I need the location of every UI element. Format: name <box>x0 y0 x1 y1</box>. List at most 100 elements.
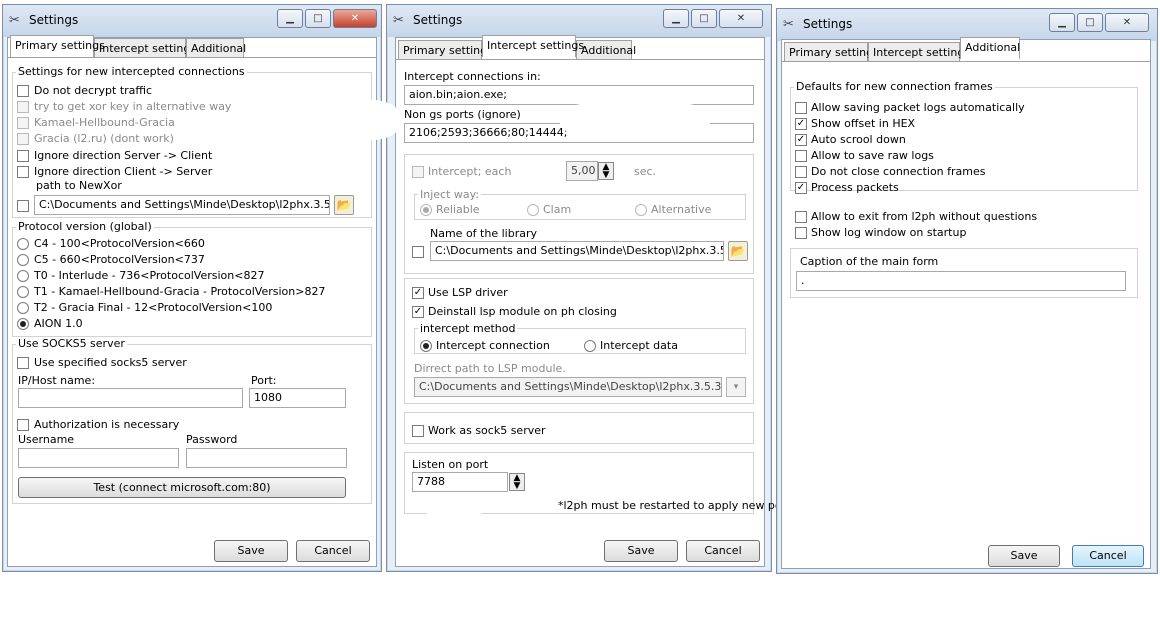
cancel-button[interactable]: Cancel <box>1072 545 1144 567</box>
gracia-checkbox[interactable] <box>17 133 29 145</box>
library-checkbox[interactable] <box>412 246 424 258</box>
tab-underline <box>782 61 1150 62</box>
inject-radio-alternative[interactable] <box>635 204 647 216</box>
do-not-decrypt-checkbox[interactable] <box>17 85 29 97</box>
show-log-window-checkbox[interactable] <box>795 227 807 239</box>
close-button[interactable]: ✕ <box>333 9 377 28</box>
not-close-frames-checkbox[interactable] <box>795 166 807 178</box>
ip-input[interactable] <box>18 388 243 408</box>
username-label: Username <box>18 433 75 446</box>
show-offset-checkbox[interactable]: ✓ <box>795 118 807 130</box>
tab-intercept-settings[interactable]: Intercept settings <box>482 35 584 57</box>
scribble-mark <box>424 500 484 562</box>
inject-radio-reliable[interactable] <box>420 204 432 216</box>
try-xor-checkbox[interactable] <box>17 101 29 113</box>
save-button[interactable]: Save <box>214 540 288 562</box>
deinstall-lsp-checkbox[interactable]: ✓ <box>412 306 424 318</box>
settings-window-intercept: ✂ Settings ▁ □ ✕ Primary settings Interc… <box>386 4 790 572</box>
allow-saving-logs-label: Allow saving packet logs automatically <box>811 101 1025 114</box>
allow-saving-logs-checkbox[interactable] <box>795 102 807 114</box>
process-packets-label: Process packets <box>811 181 899 194</box>
scribble-mark <box>330 100 400 140</box>
ignore-s2c-checkbox[interactable] <box>17 150 29 162</box>
minimize-button[interactable]: ▁ <box>663 9 689 28</box>
protocol-radio-t1[interactable] <box>17 286 29 298</box>
tab-intercept-settings[interactable]: Intercept settings <box>868 42 970 62</box>
work-sock5-checkbox[interactable] <box>412 425 424 437</box>
tab-underline <box>396 59 764 60</box>
tab-additional[interactable]: Additional <box>960 37 1020 59</box>
tools-icon: ✂ <box>393 13 404 28</box>
kamael-checkbox[interactable] <box>17 117 29 129</box>
intercept-each-checkbox[interactable] <box>412 166 424 178</box>
folder-icon[interactable]: 📂 <box>728 241 748 261</box>
intercept-method-group-title: intercept method <box>418 322 518 335</box>
work-sock5-label: Work as sock5 server <box>428 424 546 437</box>
restart-note: *l2ph must be restarted to apply new por… <box>558 499 791 512</box>
tools-icon: ✂ <box>9 13 20 28</box>
intercept-in-input[interactable]: aion.bin;aion.exe; <box>404 85 754 105</box>
cancel-button[interactable]: Cancel <box>686 540 760 562</box>
username-input[interactable] <box>18 448 179 468</box>
caption-input[interactable]: . <box>796 271 1126 291</box>
use-socks-checkbox[interactable] <box>17 357 29 369</box>
interval-spin-button[interactable]: ▲ ▼ <box>598 162 614 180</box>
save-button[interactable]: Save <box>988 545 1060 567</box>
intercept-data-radio[interactable] <box>584 340 596 352</box>
library-path-field[interactable]: C:\Documents and Settings\Minde\Desktop\… <box>430 241 724 261</box>
process-packets-checkbox[interactable]: ✓ <box>795 182 807 194</box>
save-raw-logs-label: Allow to save raw logs <box>811 149 934 162</box>
direct-path-field[interactable]: C:\Documents and Settings\Minde\Desktop\… <box>414 377 722 397</box>
tab-intercept-settings[interactable]: Intercept settings <box>94 38 196 58</box>
close-button[interactable]: ✕ <box>1105 13 1149 32</box>
maximize-button[interactable]: □ <box>305 9 331 28</box>
folder-icon[interactable]: 📂 <box>334 195 354 215</box>
intercept-connection-radio[interactable] <box>420 340 432 352</box>
save-raw-logs-checkbox[interactable] <box>795 150 807 162</box>
port-label: Port: <box>251 374 277 387</box>
listen-port-input[interactable]: 7788 <box>412 472 508 492</box>
show-offset-label: Show offset in HEX <box>811 117 916 130</box>
auth-checkbox[interactable] <box>17 419 29 431</box>
minimize-button[interactable]: ▁ <box>277 9 303 28</box>
inject-radio-clam[interactable] <box>527 204 539 216</box>
protocol-radio-t2[interactable] <box>17 302 29 314</box>
allow-exit-checkbox[interactable] <box>795 211 807 223</box>
title-bar[interactable]: ✂ Settings ▁ □ ✕ <box>3 5 381 37</box>
tab-additional[interactable]: Additional <box>186 38 246 58</box>
use-lsp-label: Use LSP driver <box>428 286 508 299</box>
protocol-radio-t0[interactable] <box>17 270 29 282</box>
password-label: Password <box>186 433 238 446</box>
tab-primary-settings[interactable]: Primary settings <box>784 42 879 62</box>
protocol-radio-c5[interactable] <box>17 254 29 266</box>
minimize-button[interactable]: ▁ <box>1049 13 1075 32</box>
chevron-down-icon[interactable]: ▾ <box>726 377 746 397</box>
port-input[interactable]: 1080 <box>249 388 346 408</box>
protocol-radio-aion[interactable] <box>17 318 29 330</box>
newxor-path-field[interactable]: C:\Documents and Settings\Minde\Desktop\… <box>34 195 330 215</box>
maximize-button[interactable]: □ <box>1077 13 1103 32</box>
tab-primary-settings[interactable]: Primary settings <box>10 35 105 57</box>
test-connect-button[interactable]: Test (connect microsoft.com:80) <box>18 477 346 498</box>
ignore-c2s-checkbox[interactable] <box>17 166 29 178</box>
use-lsp-checkbox[interactable]: ✓ <box>412 287 424 299</box>
newxor-checkbox[interactable] <box>17 200 29 212</box>
auto-scroll-checkbox[interactable]: ✓ <box>795 134 807 146</box>
password-input[interactable] <box>186 448 347 468</box>
protocol-radio-c4[interactable] <box>17 238 29 250</box>
close-button[interactable]: ✕ <box>719 9 763 28</box>
tab-primary-settings[interactable]: Primary settings <box>398 40 493 60</box>
maximize-button[interactable]: □ <box>691 9 717 28</box>
cancel-button[interactable]: Cancel <box>296 540 370 562</box>
protocol-group-title: Protocol version (global) <box>16 220 154 233</box>
title-bar[interactable]: ✂ Settings ▁ □ ✕ <box>387 5 771 37</box>
listen-port-spin-button[interactable]: ▲ ▼ <box>509 473 525 491</box>
client-area: Primary settings Intercept settings Addi… <box>7 35 377 567</box>
save-button[interactable]: Save <box>604 540 678 562</box>
deinstall-lsp-label: Deinstall lsp module on ph closing <box>428 305 617 318</box>
show-log-window-label: Show log window on startup <box>811 226 967 239</box>
tab-additional[interactable]: Additional <box>576 40 636 60</box>
settings-window-additional: ✂ Settings ▁ □ ✕ Primary settings Interc… <box>776 8 1158 574</box>
interval-input[interactable]: 5,00 <box>566 161 598 181</box>
path-newxor-label: path to NewXor <box>36 179 122 192</box>
